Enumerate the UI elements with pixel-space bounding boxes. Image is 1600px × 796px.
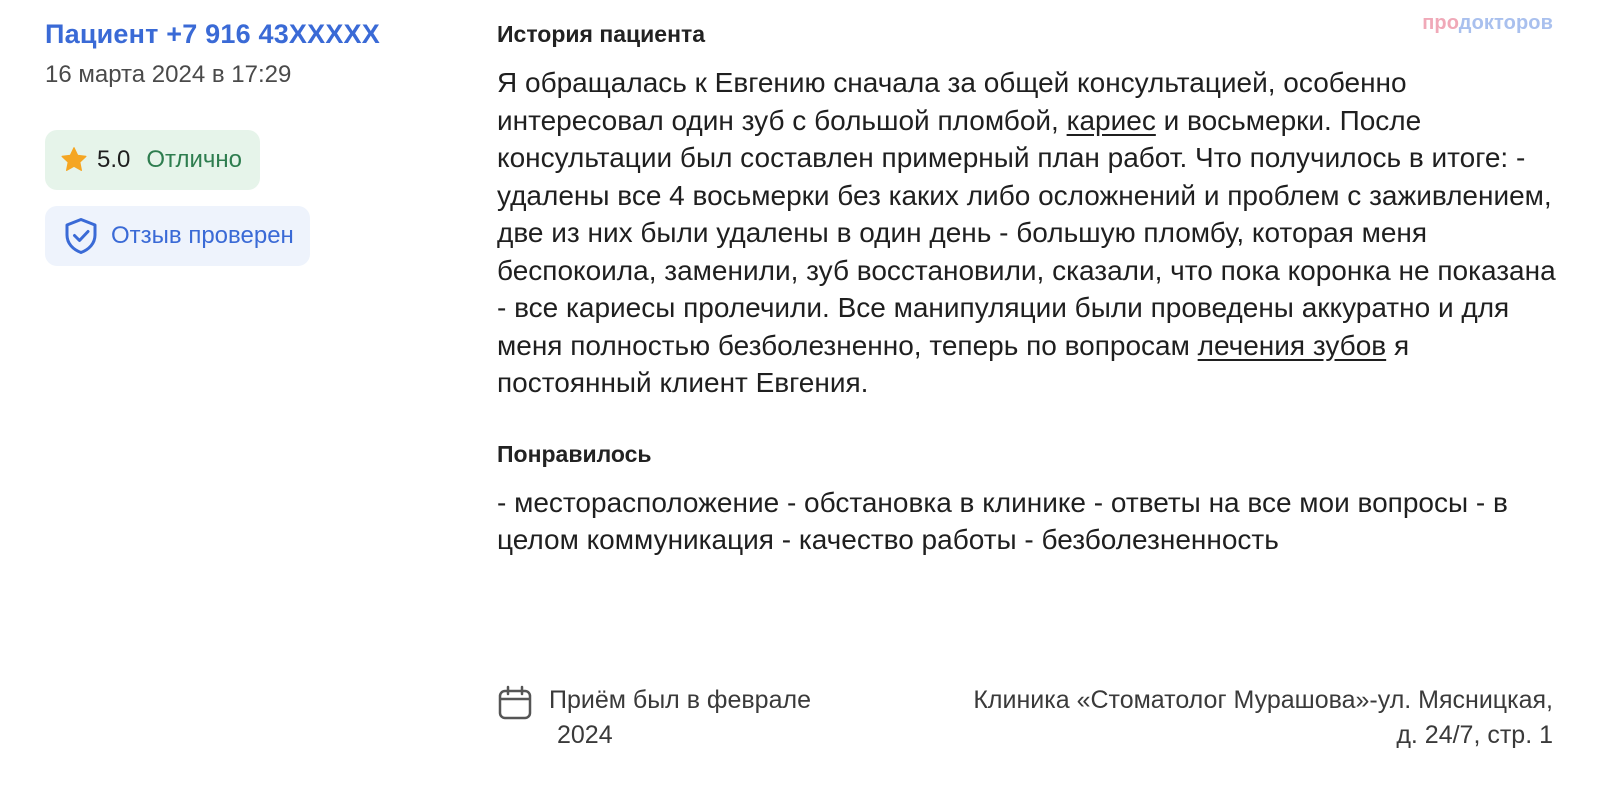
calendar-icon: [498, 685, 532, 720]
rating-label: Отлично: [146, 146, 243, 173]
clinic-address: Клиника «Стоматолог Мурашова»-ул. Мясниц…: [873, 683, 1553, 753]
shield-check-icon: [65, 218, 97, 254]
verified-label: Отзыв проверен: [111, 222, 294, 249]
teeth-treatment-link[interactable]: лечения зубов: [1198, 330, 1387, 361]
liked-text: - месторасположение - обстановка в клини…: [497, 486, 1508, 556]
rating-value: 5.0: [97, 146, 131, 173]
visit-info: Приём был в феврале 2024: [497, 683, 849, 753]
clinic-line-1: Клиника «Стоматолог Мурашова»-ул. Мясниц…: [973, 686, 1553, 714]
visit-date-line-1: Приём был в феврале: [549, 686, 811, 714]
history-title: История пациента: [497, 21, 706, 47]
visit-date-text: Приём был в феврале 2024: [549, 683, 849, 753]
visit-date-line-2: 2024: [557, 721, 613, 749]
caries-link[interactable]: кариес: [1067, 105, 1156, 136]
review-author-panel: Пациент +7 916 43XXXXX 16 марта 2024 в 1…: [45, 14, 445, 266]
history-text: Я обращалась к Евгению сначала за общей …: [497, 64, 1557, 402]
patient-name-link[interactable]: Пациент +7 916 43XXXXX: [45, 14, 380, 54]
review-card: Пациент +7 916 43XXXXX 16 марта 2024 в 1…: [0, 0, 1600, 796]
rating-badge: 5.0 Отлично: [45, 130, 261, 190]
review-date: 16 марта 2024 в 17:29: [45, 61, 292, 88]
review-footer: Приём был в феврале 2024 Клиника «Стомат…: [497, 683, 1553, 763]
history-text-part: и восьмерки. После консультации был сост…: [497, 104, 1556, 361]
clinic-line-2: д. 24/7, стр. 1: [1396, 721, 1553, 749]
verified-badge[interactable]: Отзыв проверен: [45, 206, 310, 266]
star-icon: [61, 147, 87, 171]
liked-title: Понравилось: [497, 440, 652, 467]
review-content: История пациента Я обращалась к Евгению …: [497, 18, 1557, 559]
